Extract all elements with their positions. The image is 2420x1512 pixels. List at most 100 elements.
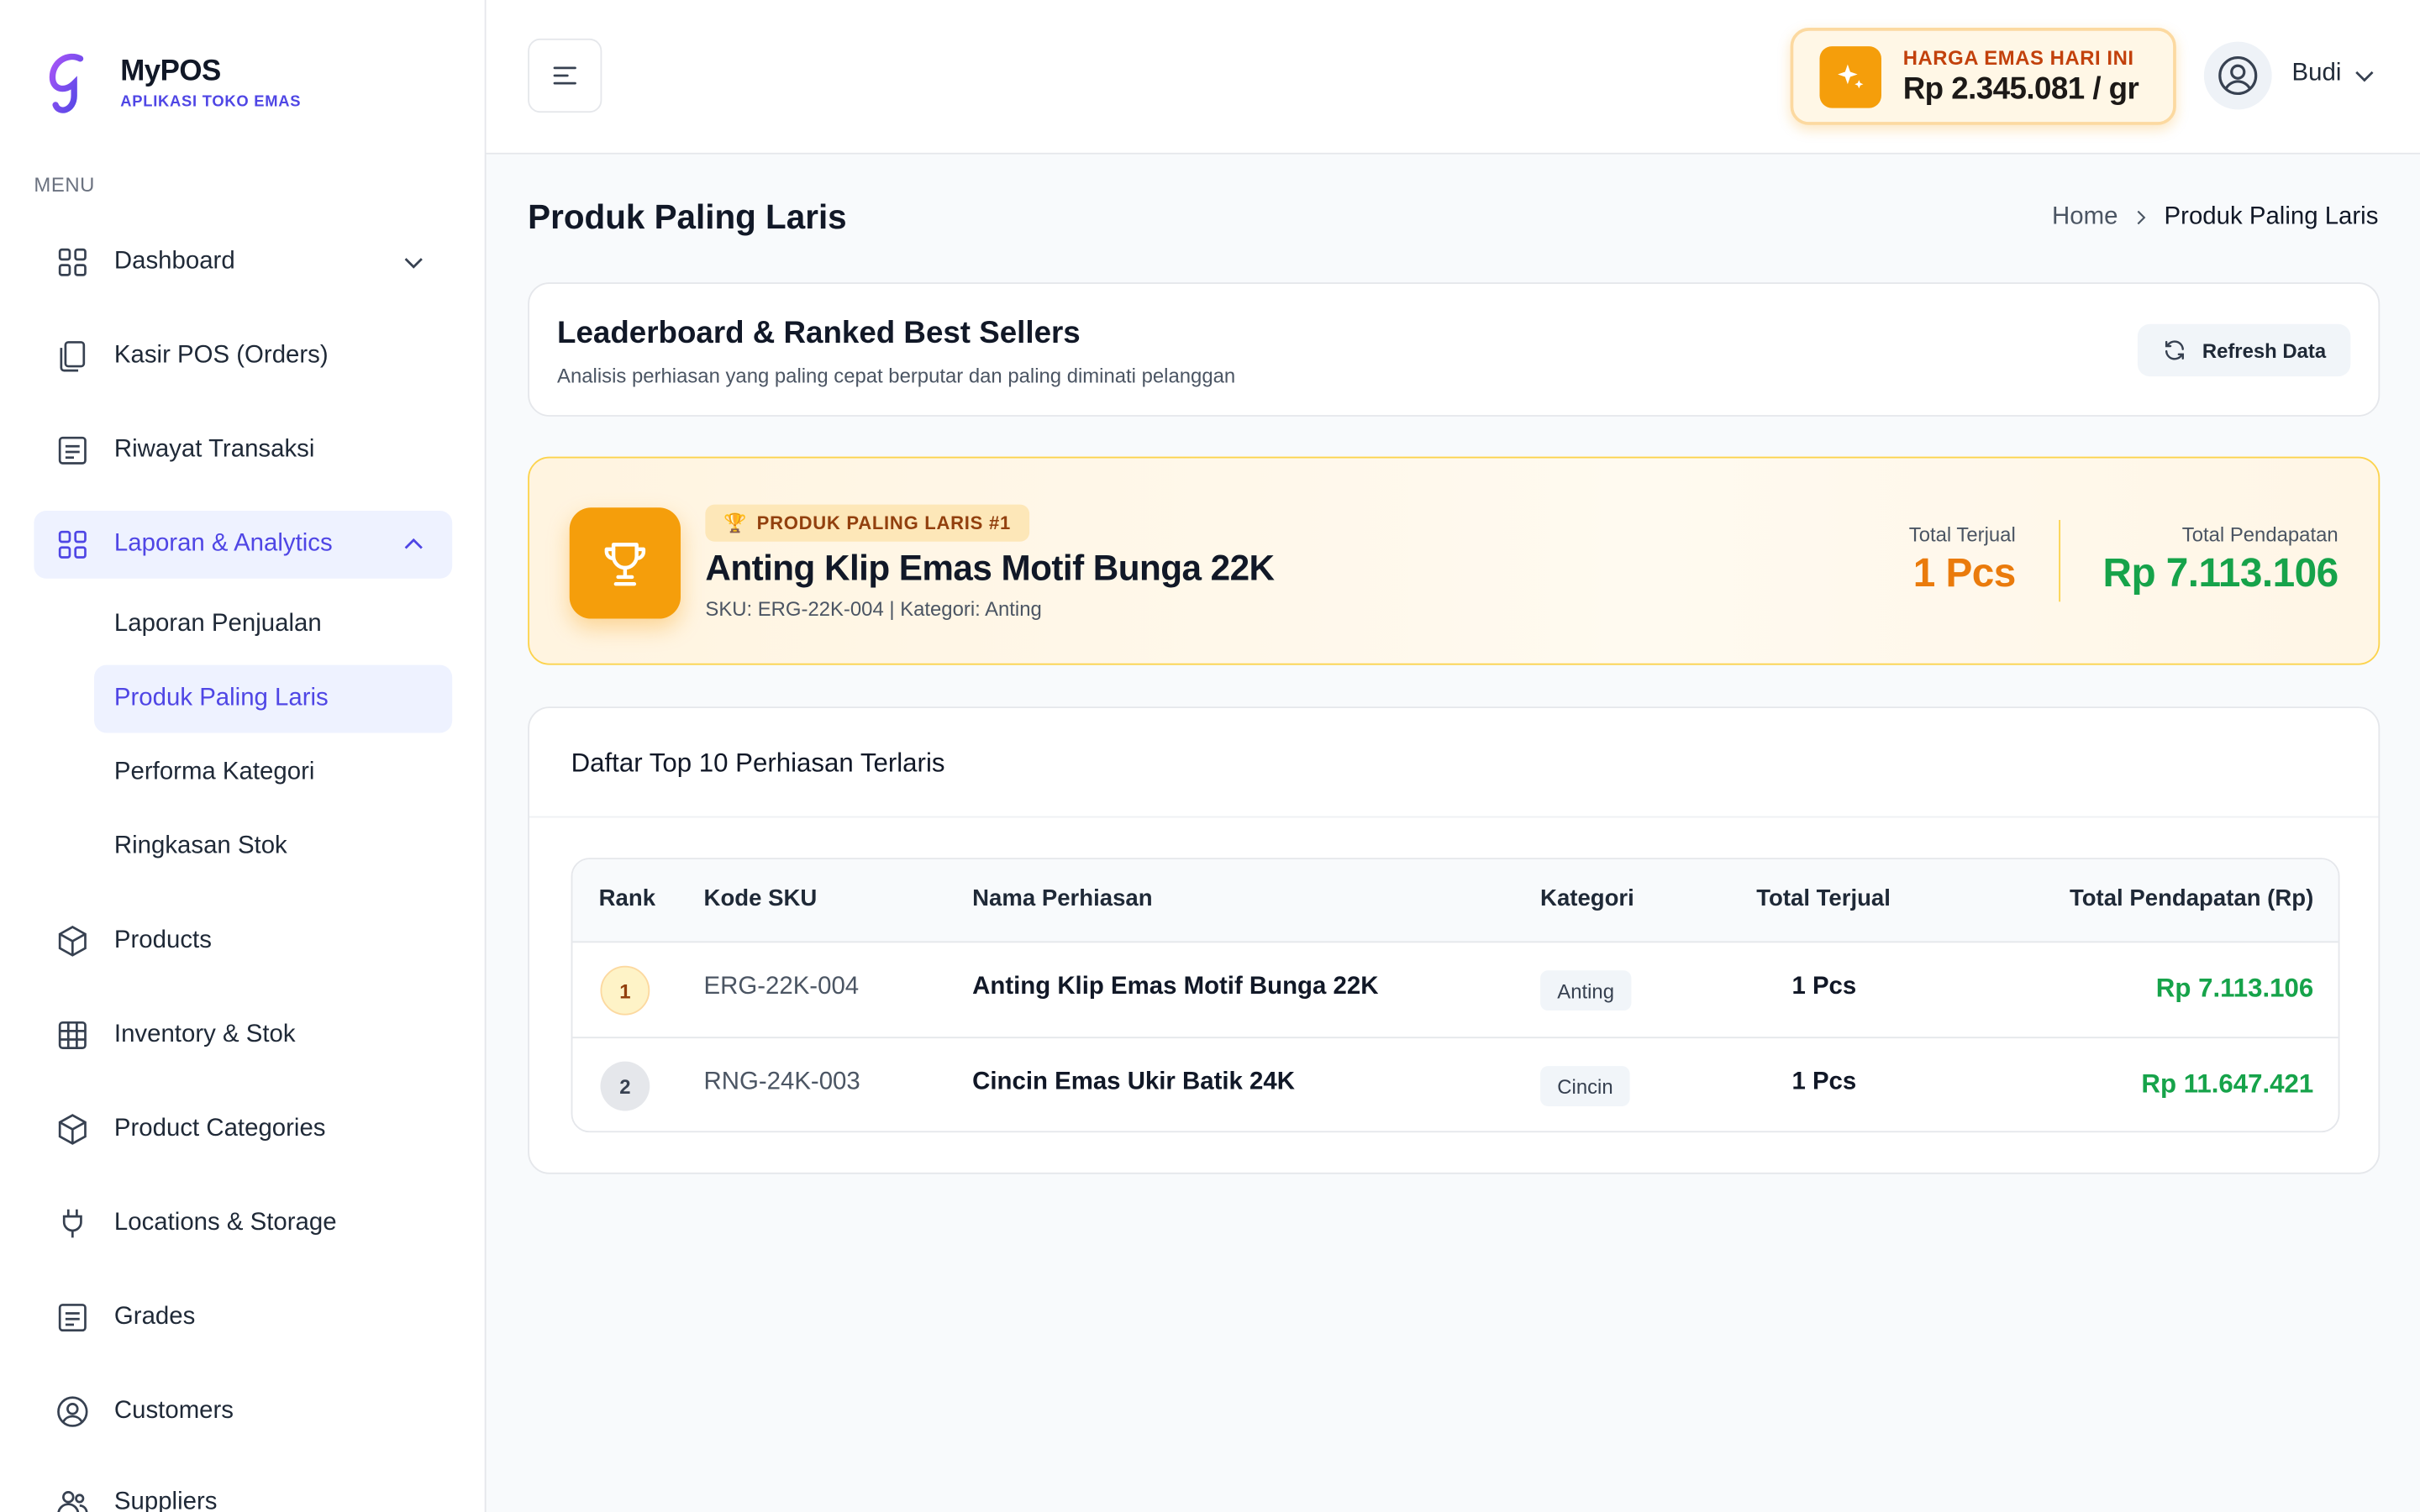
sidebar-item-label: Riwayat Transaksi (113, 436, 315, 464)
chevron-down-icon (404, 258, 423, 269)
sold-label: Total Terjual (1908, 522, 2016, 547)
top-header: HARGA EMAS HARI INI Rp 2.345.081 / gr Bu… (486, 0, 2420, 155)
app-root: MyPOS APLIKASI TOKO EMAS MENU Dashboard … (0, 0, 2420, 1512)
brand-logo-icon (49, 53, 84, 113)
top-product-meta: SKU: ERG-22K-004 | Kategori: Anting (705, 596, 1042, 621)
sidebar-item-label: Dashboard (113, 248, 235, 275)
gold-price-value: Rp 2.345.081 / gr (1902, 71, 2139, 106)
menu-toggle-button[interactable] (528, 38, 602, 113)
top-list-title: Daftar Top 10 Perhiasan Terlaris (571, 748, 945, 778)
chevron-up-icon (404, 538, 423, 549)
trophy-icon: 🏆 (723, 512, 748, 534)
users-icon (55, 1486, 89, 1512)
category-badge: Cincin (1540, 1066, 1630, 1106)
grid-icon (55, 528, 89, 561)
sidebar-subitem-ringkasan-stok[interactable]: Ringkasan Stok (94, 813, 452, 881)
grid-icon (55, 245, 89, 279)
stat-divider (2058, 519, 2061, 602)
sidebar-item-label: Customers (113, 1398, 234, 1425)
plug-icon (55, 1206, 89, 1240)
leaderboard-header-card: Leaderboard & Ranked Best Sellers Analis… (528, 282, 2381, 417)
cell-name: Cincin Emas Ukir Batik 24K (972, 1068, 1295, 1096)
leaderboard-subtitle: Analisis perhiasan yang paling cepat ber… (557, 364, 1236, 388)
breadcrumb-current: Produk Paling Laris (2164, 203, 2379, 230)
avatar[interactable] (2203, 41, 2272, 110)
table-icon (55, 1018, 89, 1052)
sidebar-item-product-categories[interactable]: Product Categories (34, 1095, 452, 1163)
best-sellers-table: Rank Kode SKU Nama Perhiasan Kategori To… (571, 858, 2340, 1133)
sidebar-item-label: Product Categories (113, 1115, 326, 1142)
cell-sku: RNG-24K-003 (703, 1068, 860, 1096)
cell-sold: 1 Pcs (1791, 1068, 1857, 1096)
user-circle-icon (55, 1394, 89, 1428)
brand[interactable]: MyPOS APLIKASI TOKO EMAS (46, 50, 301, 118)
refresh-data-button[interactable]: Refresh Data (2137, 323, 2351, 377)
sidebar-item-inventory-stok[interactable]: Inventory & Stok (34, 1001, 452, 1069)
column-header-name[interactable]: Nama Perhiasan (972, 885, 1152, 911)
sparkle-icon (1819, 45, 1881, 108)
sidebar-item-suppliers[interactable]: Suppliers (34, 1469, 452, 1512)
box-icon (55, 1112, 89, 1146)
sidebar-subitem-performa-kategori[interactable]: Performa Kategori (94, 739, 452, 807)
sidebar-item-label: Suppliers (113, 1488, 218, 1512)
rank-badge: 2 (600, 1061, 650, 1111)
box-icon (55, 924, 89, 958)
cell-sold: 1 Pcs (1791, 973, 1857, 1000)
top-list-card: Daftar Top 10 Perhiasan Terlaris Rank Ko… (528, 706, 2381, 1174)
column-header-revenue[interactable]: Total Pendapatan (Rp) (2070, 885, 2313, 911)
column-header-sold[interactable]: Total Terjual (1756, 885, 1891, 911)
sidebar-subitem-produk-paling-laris[interactable]: Produk Paling Laris (94, 664, 453, 733)
sidebar-item-riwayat-transaksi[interactable]: Riwayat Transaksi (34, 417, 452, 485)
chevron-right-icon (2138, 210, 2146, 225)
category-badge: Anting (1540, 970, 1632, 1011)
hamburger-icon (553, 66, 576, 85)
sidebar-item-label: Products (113, 927, 212, 954)
sidebar: MyPOS APLIKASI TOKO EMAS MENU Dashboard … (0, 0, 487, 1512)
refresh-button-label: Refresh Data (2202, 339, 2327, 362)
sidebar-item-laporan-analytics[interactable]: Laporan & Analytics (34, 510, 453, 579)
gold-price-badge: HARGA EMAS HARI INI Rp 2.345.081 / gr (1790, 28, 2176, 125)
list-icon (55, 433, 89, 467)
sidebar-item-label: Kasir POS (Orders) (113, 342, 329, 369)
top-product-card: 🏆 PRODUK PALING LARIS #1 Anting Klip Ema… (528, 456, 2381, 665)
breadcrumb: Home Produk Paling Laris (2052, 203, 2378, 231)
table-row[interactable]: 1 ERG-22K-004 Anting Klip Emas Motif Bun… (572, 942, 2338, 1039)
page-title: Produk Paling Laris (528, 197, 847, 237)
column-header-category[interactable]: Kategori (1540, 885, 1634, 911)
list-icon (55, 1300, 89, 1334)
sidebar-item-label: Inventory & Stok (113, 1021, 296, 1048)
cell-revenue: Rp 7.113.106 (2155, 973, 2314, 1003)
table-header: Rank Kode SKU Nama Perhiasan Kategori To… (572, 859, 2338, 943)
table-row[interactable]: 2 RNG-24K-003 Cincin Emas Ukir Batik 24K… (572, 1038, 2338, 1131)
sidebar-subitem-laporan-penjualan[interactable]: Laporan Penjualan (94, 591, 452, 659)
cell-sku: ERG-22K-004 (703, 973, 860, 1000)
user-name[interactable]: Budi (2292, 60, 2342, 88)
brand-subtitle: APLIKASI TOKO EMAS (120, 94, 302, 112)
chevron-down-icon[interactable] (2350, 61, 2378, 89)
cell-name: Anting Klip Emas Motif Bunga 22K (972, 973, 1379, 1000)
top-product-rank-label: PRODUK PALING LARIS #1 (756, 512, 1011, 534)
top-product-name: Anting Klip Emas Motif Bunga 22K (705, 548, 1275, 588)
column-header-rank[interactable]: Rank (599, 885, 655, 911)
cell-revenue: Rp 11.647.421 (2141, 1068, 2314, 1099)
sidebar-item-label: Grades (113, 1304, 196, 1331)
rank-badge: 1 (600, 965, 650, 1016)
sidebar-item-locations-storage[interactable]: Locations & Storage (34, 1189, 452, 1257)
sidebar-item-dashboard[interactable]: Dashboard (34, 228, 452, 297)
trophy-icon (569, 507, 681, 619)
divider (529, 816, 2379, 818)
gold-price-label: HARGA EMAS HARI INI (1902, 45, 2134, 69)
top-product-sold-stat: Total Terjual 1 Pcs (1908, 522, 2017, 597)
refresh-icon (2165, 340, 2184, 360)
sidebar-item-customers[interactable]: Customers (34, 1378, 452, 1446)
sidebar-item-products[interactable]: Products (34, 907, 452, 975)
leaderboard-title: Leaderboard & Ranked Best Sellers (557, 316, 1081, 350)
brand-name: MyPOS (120, 55, 221, 88)
breadcrumb-home-link[interactable]: Home (2052, 203, 2118, 231)
column-header-sku[interactable]: Kode SKU (704, 885, 818, 911)
top-product-revenue-stat: Total Pendapatan Rp 7.113.106 (2103, 523, 2339, 597)
sidebar-item-grades[interactable]: Grades (34, 1284, 452, 1352)
menu-section-label: MENU (34, 172, 95, 197)
copy-icon (55, 339, 89, 373)
sidebar-item-kasir-pos[interactable]: Kasir POS (Orders) (34, 323, 452, 391)
